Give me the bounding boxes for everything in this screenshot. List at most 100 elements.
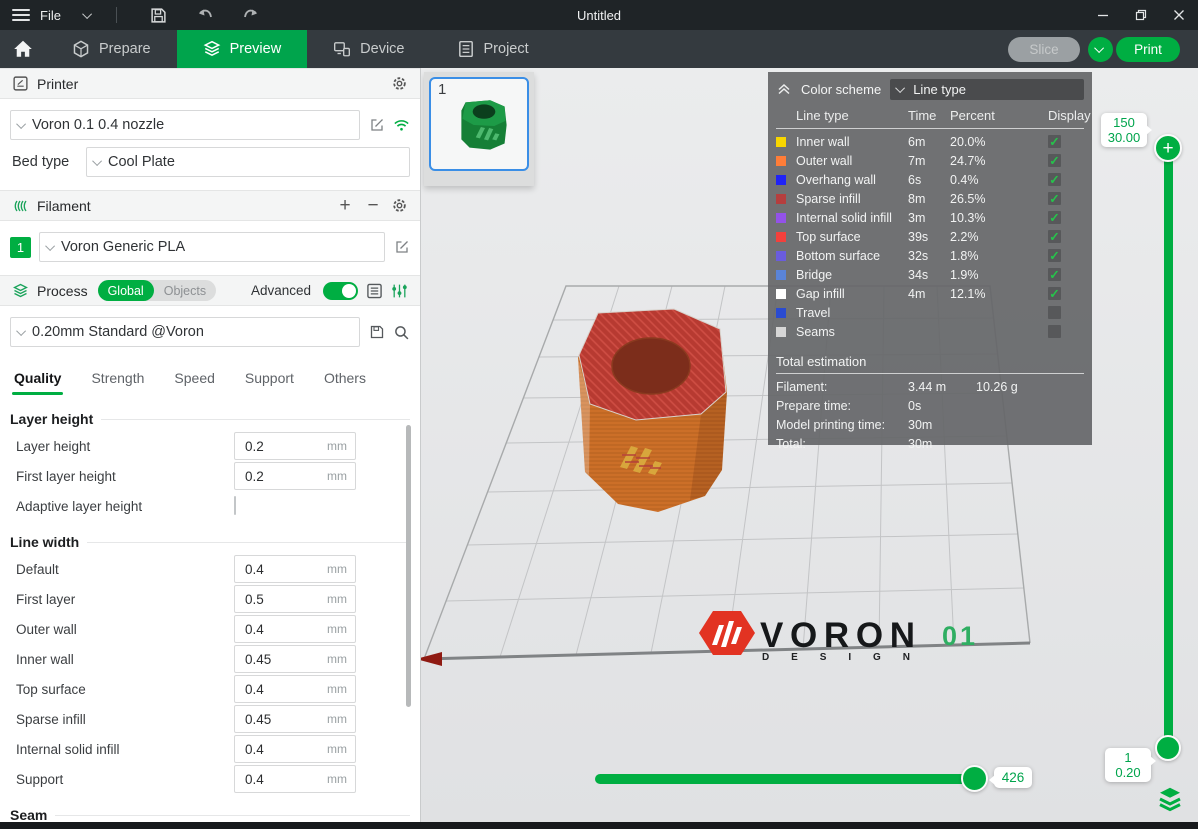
plate-thumbnail-model [453, 90, 515, 162]
line-type-swatch [776, 156, 786, 166]
filament-preset-select[interactable]: Voron Generic PLA [39, 232, 385, 262]
add-filament-button[interactable]: + [335, 197, 355, 214]
undo-icon[interactable] [195, 5, 215, 25]
display-checkbox[interactable]: ✓ [1048, 230, 1061, 243]
layer-range-slider[interactable] [1164, 150, 1173, 750]
sidebar-scrollbar[interactable] [406, 425, 411, 707]
tab-quality[interactable]: Quality [14, 370, 61, 395]
home-button[interactable] [0, 30, 46, 68]
layer-slider-top-handle[interactable]: + [1154, 134, 1182, 162]
scope-global[interactable]: Global [98, 280, 154, 301]
display-checkbox[interactable]: ✓ [1048, 154, 1061, 167]
preview-3d-viewport[interactable]: VORON D E S I G N 01 1 [421, 68, 1198, 822]
printer-preset-select[interactable]: Voron 0.1 0.4 nozzle [10, 110, 360, 140]
advanced-toggle[interactable] [323, 282, 358, 300]
display-checkbox[interactable]: ✓ [1048, 249, 1061, 262]
gcode-move-slider[interactable] [595, 774, 986, 784]
top-layer-number: 150 [1105, 115, 1143, 130]
window-bottom-edge [0, 822, 1198, 829]
printer-connection-wifi-icon[interactable] [393, 117, 410, 134]
close-button[interactable] [1160, 0, 1198, 30]
param-label: Outer wall [10, 622, 77, 637]
unit-label: mm [327, 742, 347, 756]
param-label: First layer height [10, 469, 116, 484]
tab-device[interactable]: Device [307, 30, 430, 68]
layer-slider-top-tooltip: 150 30.00 [1101, 113, 1147, 147]
display-checkbox[interactable]: ✓ [1048, 306, 1061, 319]
tab-speed[interactable]: Speed [174, 370, 214, 395]
line-type-swatch [776, 194, 786, 204]
color-scheme-select[interactable]: Line type [890, 79, 1084, 100]
param-label: First layer [10, 592, 75, 607]
legend-row: Gap infill4m12.1%✓ [776, 284, 1084, 303]
line-type-legend-panel: Color scheme Line type Line type Time Pe… [768, 72, 1092, 445]
line-type-swatch [776, 289, 786, 299]
display-checkbox[interactable]: ✓ [1048, 173, 1061, 186]
minimize-button[interactable] [1084, 0, 1122, 30]
process-icon [12, 282, 29, 299]
file-menu-chevron-icon[interactable] [85, 6, 92, 24]
filament-slot-badge[interactable]: 1 [10, 237, 31, 258]
param-row: Top surface 0.4mm [10, 674, 410, 704]
param-label: Support [10, 772, 63, 787]
printer-section-title: Printer [37, 76, 78, 92]
advanced-label: Advanced [251, 283, 311, 298]
title-bar: File Untitled [0, 0, 1198, 30]
process-scope-toggle[interactable]: Global Objects [98, 280, 217, 301]
tab-others[interactable]: Others [324, 370, 366, 395]
slice-button[interactable]: Slice [1008, 37, 1080, 62]
layers-view-icon[interactable] [1155, 784, 1185, 814]
param-label: Adaptive layer height [10, 499, 142, 514]
layer-slider-bottom-tooltip: 1 0.20 [1105, 748, 1151, 782]
redo-icon[interactable] [241, 5, 261, 25]
display-checkbox[interactable]: ✓ [1048, 287, 1061, 300]
filament-section-title: Filament [37, 198, 91, 214]
save-icon[interactable] [149, 5, 169, 25]
printer-settings-gear-icon[interactable] [391, 75, 408, 92]
filament-settings-gear-icon[interactable] [391, 197, 408, 214]
display-checkbox[interactable]: ✓ [1048, 192, 1061, 205]
search-settings-icon[interactable] [393, 324, 410, 341]
layer-slider-bottom-handle[interactable] [1155, 735, 1181, 761]
tab-prepare[interactable]: Prepare [46, 30, 177, 68]
display-checkbox[interactable]: ✓ [1048, 268, 1061, 281]
plate-thumbnail[interactable]: 1 [429, 77, 529, 171]
scope-objects[interactable]: Objects [154, 280, 216, 301]
legend-row: Inner wall6m20.0%✓ [776, 132, 1084, 151]
file-menu[interactable]: File [40, 8, 61, 23]
layer-height-section-title: Layer height [10, 411, 410, 427]
parameter-table-icon[interactable] [391, 282, 408, 299]
display-checkbox[interactable]: ✓ [1048, 135, 1061, 148]
tab-strength[interactable]: Strength [91, 370, 144, 395]
bed-type-select[interactable]: Cool Plate [86, 147, 410, 177]
plate-number: 1 [438, 81, 446, 98]
printer-edit-icon[interactable] [368, 117, 385, 134]
bottom-layer-number: 1 [1109, 750, 1147, 765]
menu-hamburger-icon[interactable] [12, 9, 30, 21]
tab-support[interactable]: Support [245, 370, 294, 395]
display-checkbox[interactable]: ✓ [1048, 211, 1061, 224]
save-preset-icon[interactable] [368, 324, 385, 341]
filament-edit-icon[interactable] [393, 239, 410, 256]
print-dropdown-chevron[interactable] [1088, 37, 1113, 62]
param-row: Layer height 0.2mm [10, 431, 410, 461]
gcode-move-slider-handle[interactable] [961, 765, 988, 792]
gcode-move-tooltip: 426 [994, 767, 1032, 788]
color-scheme-label: Color scheme [801, 82, 881, 97]
legend-row: Sparse infill8m26.5%✓ [776, 189, 1084, 208]
remove-filament-button[interactable]: − [363, 197, 383, 214]
param-row: Default 0.4mm [10, 554, 410, 584]
maximize-button[interactable] [1122, 0, 1160, 30]
tab-preview[interactable]: Preview [177, 30, 308, 68]
display-checkbox[interactable]: ✓ [1048, 325, 1061, 338]
process-section-title: Process [37, 283, 88, 299]
collapse-legend-icon[interactable] [776, 81, 792, 98]
filament-preset-value: Voron Generic PLA [61, 239, 185, 255]
print-button[interactable]: Print [1116, 37, 1180, 62]
process-preset-select[interactable]: 0.20mm Standard @Voron [10, 317, 360, 347]
adaptive-layer-height-checkbox[interactable] [234, 496, 236, 515]
printer-icon [12, 75, 29, 92]
tab-project[interactable]: Project [431, 30, 555, 68]
unit-label: mm [327, 469, 347, 483]
parameter-list-icon[interactable] [366, 282, 383, 299]
